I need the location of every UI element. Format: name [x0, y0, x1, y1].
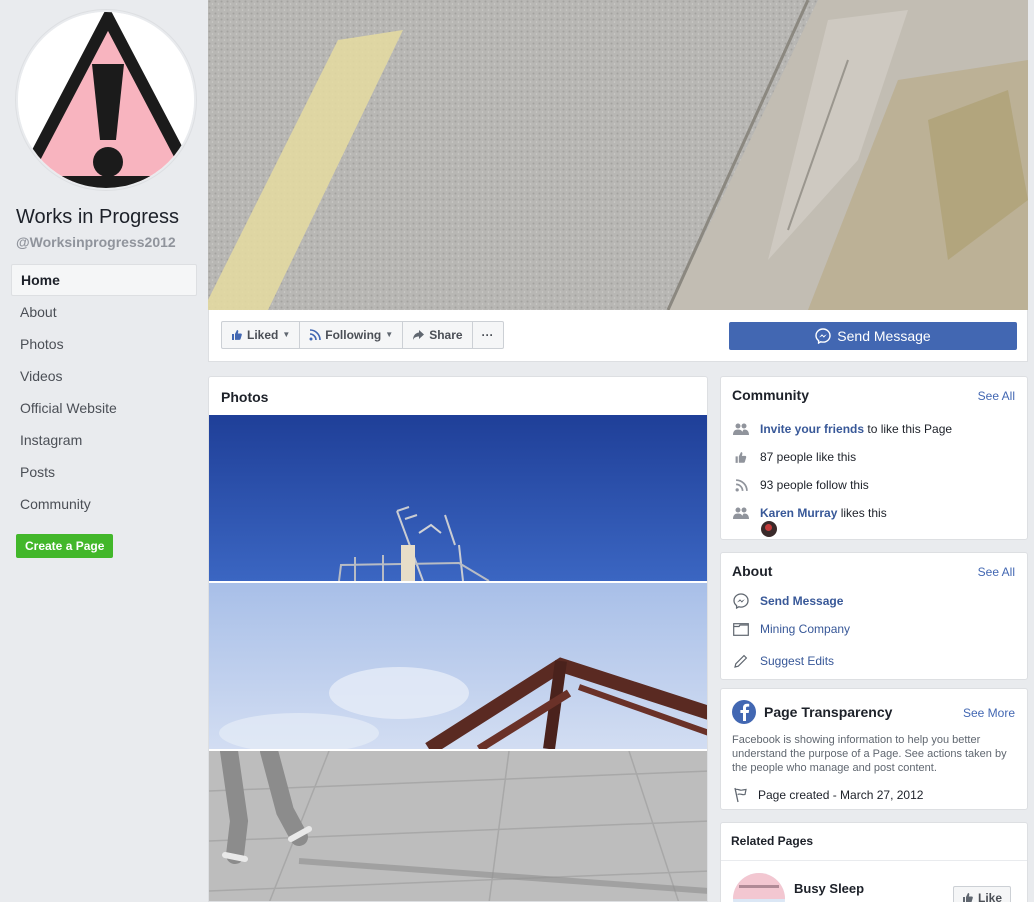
facebook-logo-icon [732, 700, 756, 724]
more-icon: ··· [481, 328, 494, 342]
photo-thumbnail[interactable] [209, 415, 707, 581]
friend-likes-text: likes this [837, 506, 887, 520]
sidebar-item-instagram[interactable]: Instagram [11, 424, 197, 456]
page-transparency-card: Page Transparency See More Facebook is s… [720, 688, 1028, 810]
caret-down-icon: ▼ [385, 330, 394, 339]
community-card: Community See All Invite your friends to… [720, 376, 1028, 540]
friend-name-link[interactable]: Karen Murray [760, 506, 837, 520]
suggest-edits-row: Suggest Edits [732, 653, 834, 669]
sidebar-item-home[interactable]: Home [11, 264, 197, 296]
invite-friends-link[interactable]: Invite your friends [760, 422, 864, 436]
cover-photo-image [208, 0, 1028, 310]
liked-label: Liked [247, 328, 279, 342]
sidebar-item-posts[interactable]: Posts [11, 456, 197, 488]
share-arrow-icon [413, 330, 425, 340]
thumbs-up-icon [732, 449, 750, 465]
invite-friends-row: Invite your friends to like this Page [732, 421, 952, 437]
related-pages-card: Related Pages Busy Sleep Like [720, 822, 1028, 902]
follows-count: 93 people follow this [760, 478, 869, 492]
send-message-button[interactable]: Send Message [729, 322, 1017, 350]
sidebar-item-about[interactable]: About [11, 296, 197, 328]
caret-down-icon: ▼ [282, 330, 291, 339]
community-see-all-link[interactable]: See All [978, 389, 1015, 403]
page-created-row: Page created - March 27, 2012 [732, 787, 923, 803]
related-pages-title: Related Pages [731, 834, 814, 848]
community-title[interactable]: Community [732, 387, 809, 403]
rss-icon [732, 477, 750, 493]
transparency-description: Facebook is showing information to help … [732, 734, 1007, 774]
about-see-all-link[interactable]: See All [978, 565, 1015, 579]
flag-icon [732, 787, 750, 803]
liked-button[interactable]: Liked ▼ [222, 322, 301, 348]
about-send-message-link[interactable]: Send Message [760, 594, 843, 608]
friend-avatar[interactable] [761, 521, 777, 537]
photo-thumbnail[interactable] [209, 751, 707, 901]
people-icon [732, 505, 750, 521]
photos-title[interactable]: Photos [221, 389, 268, 405]
thumbs-up-icon [232, 330, 242, 340]
about-card: About See All Send Message Mining Compan… [720, 552, 1028, 680]
about-message-row: Send Message [732, 593, 843, 609]
related-like-label: Like [978, 891, 1003, 902]
sidebar-item-photos[interactable]: Photos [11, 328, 197, 360]
invite-friends-text: to like this Page [864, 422, 953, 436]
photo-steel-beams [209, 583, 707, 749]
photos-card: Photos [208, 376, 708, 902]
people-icon [732, 421, 750, 437]
category-link[interactable]: Mining Company [760, 622, 850, 636]
messenger-icon [732, 593, 750, 609]
following-label: Following [325, 328, 382, 342]
share-label: Share [429, 328, 463, 342]
likes-count-row: 87 people like this [732, 449, 856, 465]
category-row: Mining Company [732, 621, 850, 637]
sidebar-item-community[interactable]: Community [11, 488, 197, 520]
warning-sign-icon [18, 12, 194, 188]
related-like-button[interactable]: Like [953, 886, 1012, 902]
profile-picture[interactable] [16, 10, 196, 190]
facebook-page: Works in Progress @Worksinprogress2012 H… [0, 0, 1034, 902]
following-button[interactable]: Following ▼ [300, 322, 404, 348]
photo-sky-scaffold [209, 415, 707, 581]
transparency-title[interactable]: Page Transparency [764, 704, 892, 720]
folder-icon [732, 621, 750, 637]
page-name: Works in Progress [16, 206, 180, 228]
sidebar-item-official-website[interactable]: Official Website [11, 392, 197, 424]
suggest-edits-link[interactable]: Suggest Edits [760, 654, 834, 668]
pencil-icon [732, 653, 750, 669]
about-title[interactable]: About [732, 563, 772, 579]
rss-icon [309, 329, 322, 341]
left-sidebar: Works in Progress @Worksinprogress2012 H… [0, 0, 208, 902]
photo-thumbnail[interactable] [209, 583, 707, 749]
cover-photo[interactable] [208, 0, 1028, 310]
sidebar-nav: Home About Photos Videos Official Websit… [11, 264, 197, 520]
page-created-date: Page created - March 27, 2012 [758, 788, 924, 802]
friend-likes-row: Karen Murray likes this [732, 505, 887, 521]
create-page-button[interactable]: Create a Page [16, 534, 114, 558]
send-message-label: Send Message [837, 328, 931, 344]
transparency-see-more-link[interactable]: See More [963, 706, 1015, 720]
share-button[interactable]: Share [403, 322, 473, 348]
related-page-name[interactable]: Busy Sleep [794, 881, 864, 896]
thumbs-up-icon [963, 893, 973, 902]
divider [721, 860, 1027, 861]
follows-count-row: 93 people follow this [732, 477, 869, 493]
page-action-bar: Liked ▼ Following ▼ Share ··· Send Messa… [208, 310, 1028, 362]
page-handle: @Worksinprogress2012 [16, 234, 176, 250]
messenger-icon [815, 328, 831, 344]
related-page-avatar[interactable] [733, 873, 785, 902]
more-options-button[interactable]: ··· [473, 322, 503, 348]
page-actions-group: Liked ▼ Following ▼ Share ··· [221, 321, 504, 349]
sidebar-item-videos[interactable]: Videos [11, 360, 197, 392]
likes-count: 87 people like this [760, 450, 857, 464]
photo-sidewalk-walker [209, 751, 707, 901]
